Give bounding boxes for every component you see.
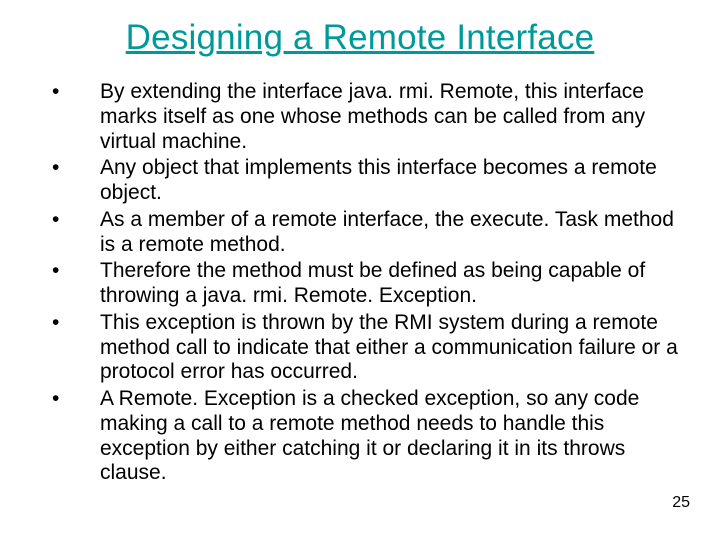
list-item: Therefore the method must be defined as … — [40, 259, 680, 309]
bullet-text: A Remote. Exception is a checked excepti… — [100, 387, 639, 484]
list-item: Any object that implements this interfac… — [40, 156, 680, 206]
bullet-text: By extending the interface java. rmi. Re… — [100, 80, 645, 153]
list-item: By extending the interface java. rmi. Re… — [40, 80, 680, 154]
list-item: This exception is thrown by the RMI syst… — [40, 311, 680, 385]
bullet-text: Any object that implements this interfac… — [100, 156, 657, 204]
bullet-list: By extending the interface java. rmi. Re… — [40, 80, 680, 486]
bullet-text: Therefore the method must be defined as … — [100, 259, 645, 307]
slide: Designing a Remote Interface By extendin… — [0, 0, 720, 540]
list-item: A Remote. Exception is a checked excepti… — [40, 387, 680, 486]
bullet-text: This exception is thrown by the RMI syst… — [100, 311, 678, 384]
slide-title: Designing a Remote Interface — [40, 18, 680, 58]
bullet-text: As a member of a remote interface, the e… — [100, 208, 674, 256]
list-item: As a member of a remote interface, the e… — [40, 208, 680, 258]
page-number: 25 — [672, 494, 690, 512]
